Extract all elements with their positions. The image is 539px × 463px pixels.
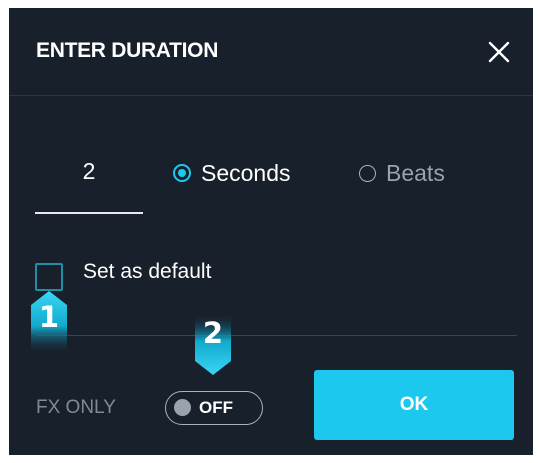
marker-number: 2 bbox=[202, 316, 224, 350]
radio-unselected-icon bbox=[359, 164, 376, 182]
marker-number: 1 bbox=[38, 300, 60, 334]
ok-label: OK bbox=[399, 394, 429, 415]
close-icon bbox=[488, 41, 510, 63]
set-as-default-label: Set as default bbox=[83, 260, 212, 283]
radio-beats-label: Beats bbox=[386, 159, 445, 186]
fx-only-toggle[interactable]: OFF bbox=[165, 391, 263, 425]
fx-only-label: FX ONLY bbox=[36, 397, 116, 418]
radio-seconds-label: Seconds bbox=[201, 159, 291, 186]
callout-marker-1: 1 bbox=[27, 291, 71, 355]
duration-value: 2 bbox=[82, 158, 96, 184]
duration-input[interactable]: 2 bbox=[35, 156, 143, 214]
close-button[interactable] bbox=[483, 36, 515, 68]
divider bbox=[37, 335, 517, 336]
ok-button[interactable]: OK bbox=[314, 370, 514, 440]
toggle-state: OFF bbox=[199, 398, 233, 417]
radio-seconds[interactable]: Seconds bbox=[173, 158, 291, 188]
dialog-title: ENTER DURATION bbox=[36, 39, 219, 62]
toggle-knob bbox=[174, 399, 191, 416]
radio-beats[interactable]: Beats bbox=[359, 158, 445, 188]
radio-selected-icon bbox=[173, 164, 191, 182]
dialog-header: ENTER DURATION bbox=[9, 8, 533, 96]
set-as-default-checkbox[interactable] bbox=[35, 263, 63, 291]
callout-marker-2: 2 bbox=[191, 313, 235, 377]
enter-duration-dialog: ENTER DURATION 2 Seconds Beats Set as de… bbox=[9, 8, 533, 455]
